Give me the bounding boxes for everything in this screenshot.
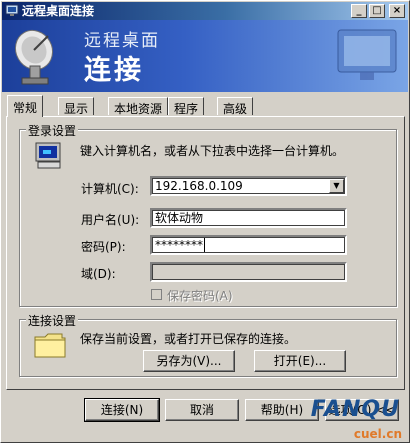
save-password-label: 保存密码(A) [167, 289, 233, 303]
password-label: 密码(P): [81, 240, 126, 254]
cancel-button[interactable]: 取消 [165, 399, 239, 421]
satellite-dish-icon [14, 29, 54, 85]
tab-advanced[interactable]: 高级 [217, 97, 254, 116]
watermark-logo: FANQU cuel.cn [234, 395, 410, 443]
username-field[interactable]: 软体动物 [150, 208, 347, 228]
watermark-brand: FANQU [310, 397, 400, 422]
domain-field[interactable] [150, 262, 347, 282]
connection-settings-legend: 连接设置 [26, 312, 79, 329]
general-tab-panel: 登录设置 键入计算机名，或者从下拉表中选择一台计算机。 计算机(C): 192.… [6, 116, 405, 390]
username-label: 用户名(U): [81, 213, 140, 227]
folder-icon [34, 333, 66, 358]
tab-display[interactable]: 显示 [58, 97, 95, 116]
minimize-button[interactable]: _ [351, 4, 367, 18]
password-value: ******** [155, 238, 203, 252]
chevron-down-icon[interactable]: ▼ [329, 179, 344, 193]
connection-hint: 保存当前设置，或者打开已保存的连接。 [80, 332, 297, 346]
computer-label: 计算机(C): [81, 182, 139, 196]
computer-value: 192.168.0.109 [155, 179, 243, 193]
login-settings-group: 登录设置 键入计算机名，或者从下拉表中选择一台计算机。 计算机(C): 192.… [19, 122, 397, 307]
save-password-checkbox[interactable] [151, 289, 162, 300]
username-value: 软体动物 [155, 211, 204, 225]
tab-general[interactable]: 常规 [7, 95, 44, 117]
save-as-button[interactable]: 另存为(V)... [143, 350, 235, 372]
watermark-site: cuel.cn [353, 427, 402, 441]
connect-button[interactable]: 连接(N) [84, 398, 160, 422]
computer-combobox[interactable]: 192.168.0.109 ▼ [150, 176, 347, 196]
tab-local-resources[interactable]: 本地资源 [108, 97, 169, 116]
domain-label: 域(D): [81, 267, 116, 281]
monitor-icon [337, 29, 397, 80]
close-button[interactable]: × [389, 4, 405, 18]
computer-icon [35, 142, 61, 169]
remote-desktop-window: 远程桌面连接 _ □ × 远程桌面 连接 常规 显示 本地资源 程序 高级 登录… [0, 0, 410, 443]
connection-settings-group: 连接设置 保存当前设置，或者打开已保存的连接。 另存为(V)... 打开(E).… [19, 312, 397, 377]
window-title: 远程桌面连接 [22, 4, 95, 18]
banner-line2: 连接 [84, 55, 144, 86]
login-hint: 键入计算机名，或者从下拉表中选择一台计算机。 [80, 144, 345, 158]
maximize-button[interactable]: □ [369, 4, 385, 18]
login-settings-legend: 登录设置 [26, 122, 79, 139]
open-button[interactable]: 打开(E)... [254, 350, 346, 372]
header-banner: 远程桌面 连接 [2, 20, 408, 92]
title-bar[interactable]: 远程桌面连接 _ □ × [2, 2, 408, 20]
password-field[interactable]: ******** [150, 235, 347, 255]
tab-programs[interactable]: 程序 [168, 97, 205, 116]
remote-desktop-icon [5, 4, 19, 16]
